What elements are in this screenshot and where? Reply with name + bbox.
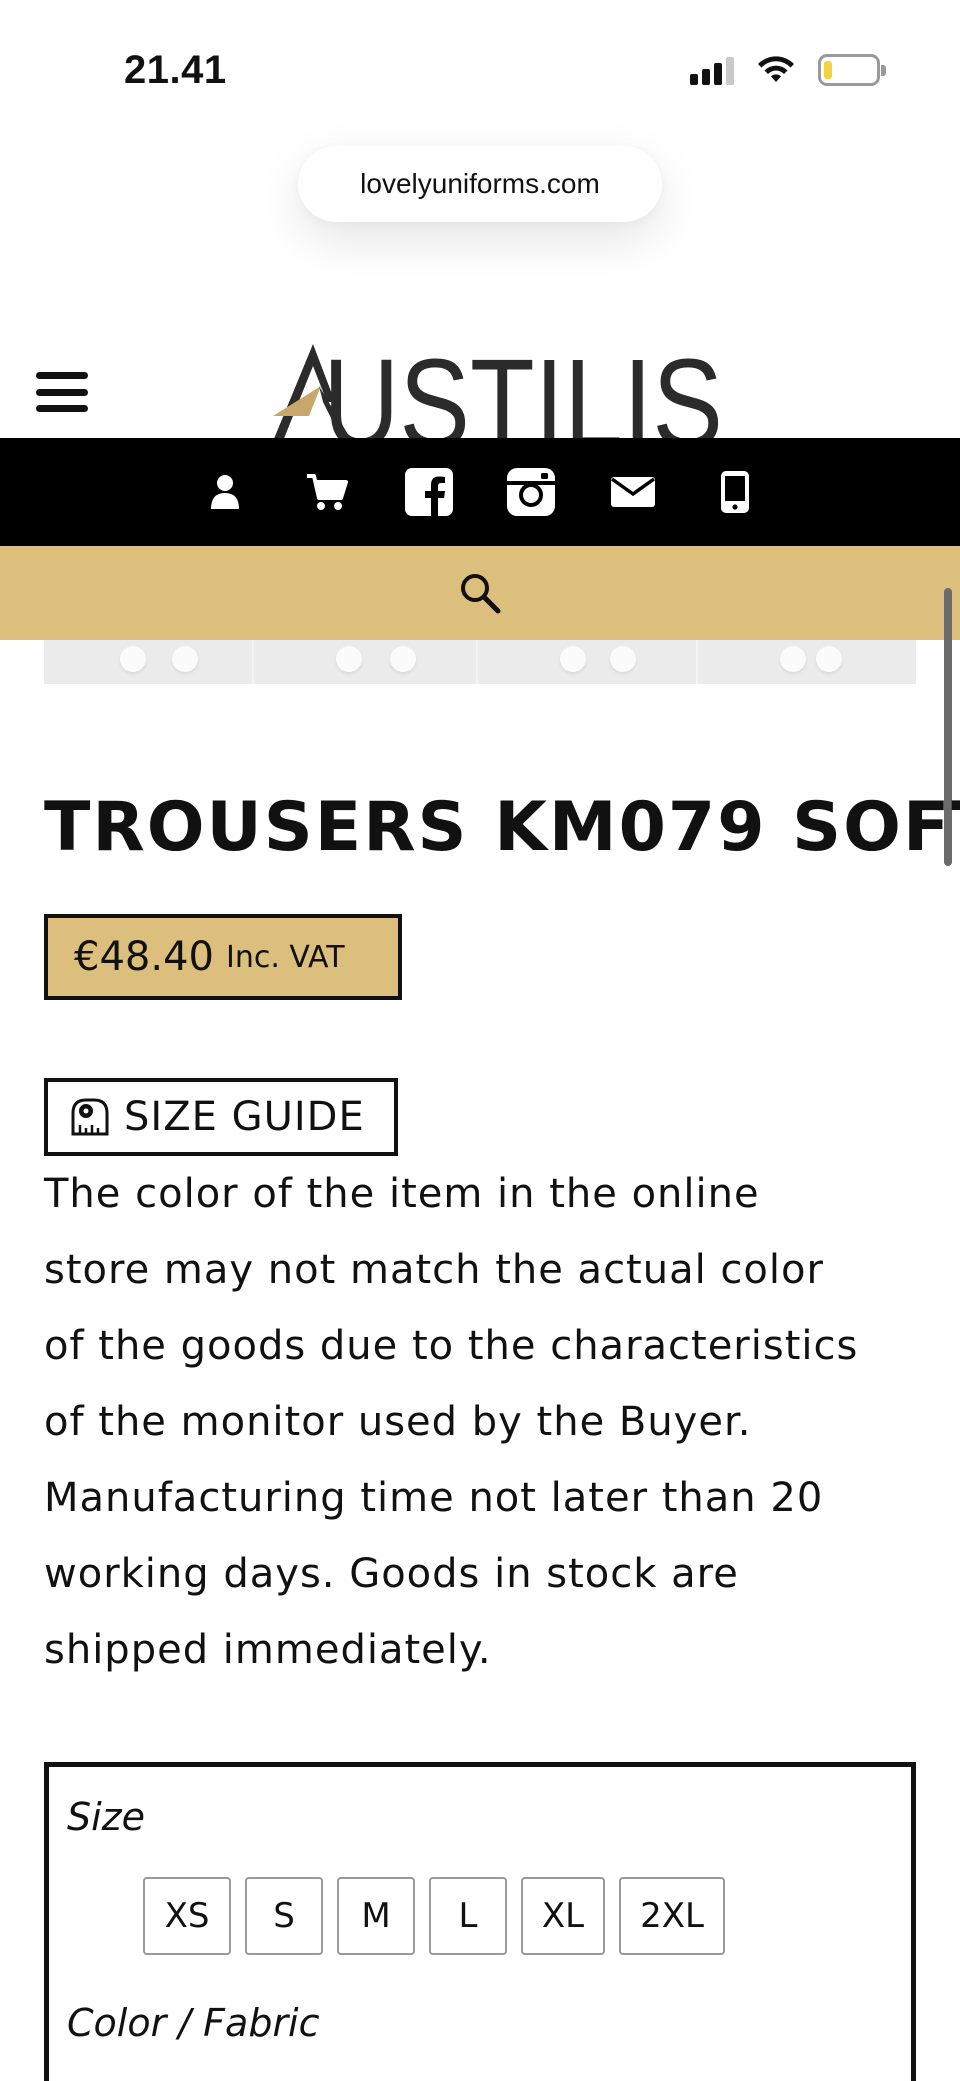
hamburger-menu-icon[interactable] [36,372,88,412]
price-badge: €48.40 Inc. VAT [44,914,402,1000]
size-option-s[interactable]: S [245,1877,323,1955]
description-line: store may not match the actual color [44,1247,824,1293]
search-bar[interactable] [0,546,960,640]
size-option-2xl[interactable]: 2XL [619,1877,725,1955]
product-options: Size XS S M L XL 2XL Color / Fabric [44,1762,916,2081]
size-option-label: Size [67,1795,146,1839]
wifi-icon [758,56,794,82]
battery-icon [818,54,886,86]
description-line: of the monitor used by the Buyer. [44,1399,752,1445]
description-line: The color of the item in the online [44,1171,760,1217]
cart-icon[interactable] [301,466,353,518]
size-option-m[interactable]: M [337,1877,415,1955]
product-description: The color of the item in the online stor… [44,1156,924,1688]
mail-icon[interactable] [607,466,659,518]
instagram-icon[interactable] [505,466,557,518]
phone-icon[interactable] [709,466,761,518]
user-icon[interactable] [199,466,251,518]
size-option-xs[interactable]: XS [143,1877,231,1955]
tape-measure-icon [71,1098,109,1136]
facebook-icon[interactable] [403,466,455,518]
status-time: 21.41 [124,48,227,92]
search-icon[interactable] [458,571,502,615]
description-line: shipped immediately. [44,1627,492,1673]
brand-logo[interactable]: USTILIS [255,330,725,438]
price-vat-label: Inc. VAT [225,939,345,975]
product-title: TROUSERS KM079 SOFT [44,788,960,867]
description-line: Manufacturing time not later than 20 [44,1475,824,1521]
size-guide-label: SIZE GUIDE [124,1094,365,1140]
logo-text: USTILIS [323,333,723,439]
status-icons [690,52,886,88]
description-line: of the goods due to the characteristics [44,1323,859,1369]
size-guide-button[interactable]: SIZE GUIDE [44,1078,398,1156]
color-fabric-label: Color / Fabric [67,2001,320,2045]
signal-icon [690,55,734,85]
size-option-xl[interactable]: XL [521,1877,605,1955]
size-selector: XS S M L XL 2XL [143,1877,725,1955]
social-toolbar [0,438,960,546]
price-amount: €48.40 [74,934,214,980]
description-line: working days. Goods in stock are [44,1551,739,1597]
product-gallery[interactable] [44,640,916,684]
size-option-l[interactable]: L [429,1877,507,1955]
address-bar[interactable]: lovelyuniforms.com [298,146,662,222]
